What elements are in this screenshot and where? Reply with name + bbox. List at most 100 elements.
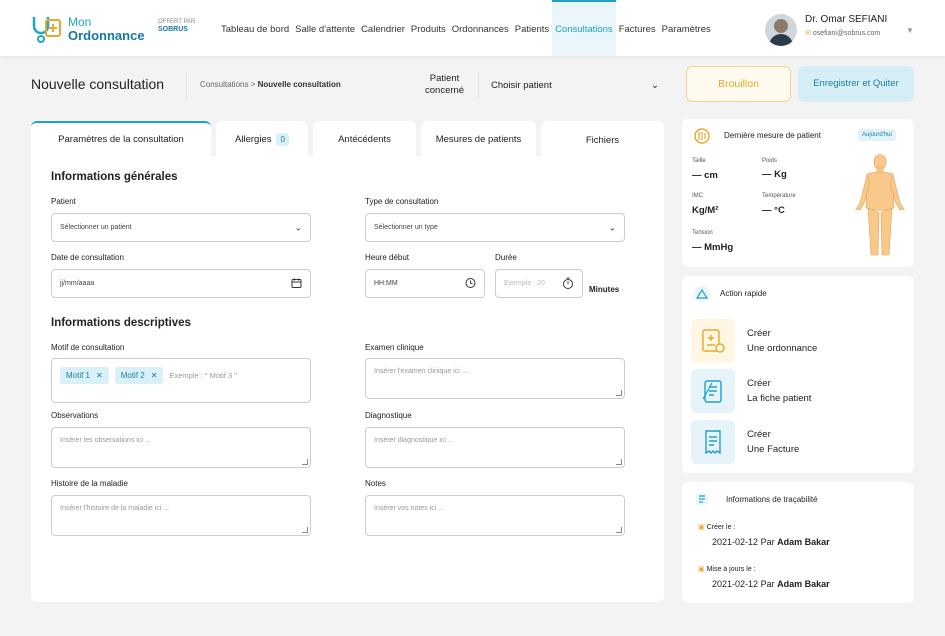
examen-clinique-textarea[interactable]: Insérer l'examen clinique ici ... [365, 358, 625, 399]
human-body-icon [855, 154, 905, 256]
consultation-form: Informations générales Patient Sélection… [31, 156, 664, 602]
temperature-label: Température [762, 193, 796, 199]
tension-label: Tension [692, 230, 713, 236]
created-by-word: Par [760, 537, 775, 547]
notes-textarea[interactable]: Insérer vos notes ici ... [365, 495, 625, 536]
draft-button[interactable]: Brouillon [686, 66, 791, 102]
calendar-icon: ▣ [698, 566, 705, 573]
nav-item-produits[interactable]: Produits [408, 0, 449, 56]
patient-select-value: Choisir patient [491, 80, 552, 91]
updated-date: 2021-02-12 [712, 579, 759, 589]
type-placeholder: Sélectionner un type [374, 224, 438, 231]
date-placeholder: jj/mm/aaaa [60, 280, 95, 287]
heure-debut-label: Heure début [365, 253, 410, 262]
divider [478, 72, 479, 98]
patient-select[interactable]: Choisir patient ⌄ [491, 80, 659, 91]
tab-label: Paramètres de la consultation [58, 134, 184, 145]
motif-chip[interactable]: Motif 2 ✕ [114, 367, 164, 384]
examen-clinique-label: Examen clinique [365, 343, 424, 352]
tab-allergies[interactable]: Allergies 0 [216, 121, 308, 158]
tab-fichiers[interactable]: Fichiers [541, 121, 664, 158]
action-line2: Une ordonnance [747, 343, 818, 354]
duree-placeholder: Exemple : 20 [504, 280, 545, 287]
motif-tags-input[interactable]: Motif 1 ✕ Motif 2 ✕ Exemple : " Motif 3 " [51, 358, 311, 403]
observations-textarea[interactable]: Insérer les observations ici ... [51, 427, 311, 468]
observations-label: Observations [51, 411, 99, 420]
duree-label: Durée [495, 253, 517, 262]
imc-value: Kg/M² [692, 205, 719, 216]
breadcrumb: Consultations > Nouvelle consultation [200, 80, 341, 89]
divider [186, 72, 187, 98]
descriptive-info-heading: Informations descriptives [51, 317, 191, 329]
motif-label: Motif de consultation [51, 343, 125, 352]
nav-item-patients[interactable]: Patients [512, 0, 552, 56]
tab-parametres-consultation[interactable]: Paramètres de la consultation [31, 121, 211, 158]
close-icon[interactable]: ✕ [151, 371, 158, 380]
ruler-icon [694, 128, 710, 144]
create-facture-action[interactable]: Créer Une Facture [691, 420, 799, 464]
tab-label: Allergies [235, 134, 272, 145]
nav-item-salle-attente[interactable]: Salle d'attente [292, 0, 358, 56]
duree-input[interactable]: Exemple : 20 [495, 269, 583, 298]
nav-item-parametres[interactable]: Paramètres [659, 0, 714, 56]
updated-by: Adam Bakar [777, 579, 830, 589]
breadcrumb-current: Nouvelle consultation [257, 80, 341, 89]
action-line2: La fiche patient [747, 393, 812, 404]
calendar-icon[interactable] [291, 277, 302, 290]
tab-label: Antécédents [338, 134, 391, 145]
patient-label: Patient [51, 197, 76, 206]
offert-label: OFFERT PAR [158, 19, 196, 25]
top-navigation-bar: Mon Ordonnance OFFERT PAR SOBRUS Tableau… [0, 0, 945, 56]
notes-label: Notes [365, 479, 386, 488]
create-ordonnance-action[interactable]: Créer Une ordonnance [691, 319, 817, 363]
date-consultation-input[interactable]: jj/mm/aaaa [51, 269, 311, 298]
patient-concerne-label: Patient concerné [425, 73, 464, 97]
nav-item-tableau-de-bord[interactable]: Tableau de bord [218, 0, 292, 56]
save-and-quit-button[interactable]: Enregistrer et Quiter [798, 66, 914, 102]
create-patient-sheet-action[interactable]: Créer La fiche patient [691, 369, 811, 413]
nav-item-consultations[interactable]: Consultations [552, 0, 616, 56]
created-label: Créer le : [706, 524, 736, 531]
type-consultation-select[interactable]: Sélectionner un type ⌄ [365, 213, 625, 242]
nav-item-factures[interactable]: Factures [616, 0, 659, 56]
updated-info: ▣ Mise à jours le : 2021-02-12 Par Adam … [698, 565, 830, 589]
action-line2: Une Facture [747, 444, 800, 455]
breadcrumb-separator: > [250, 80, 256, 89]
last-measure-card: Dernière mesure de patient Aujourd'hui T… [682, 119, 914, 267]
chevron-down-icon: ⌄ [608, 222, 616, 232]
tab-antecedents[interactable]: Antécédents [313, 121, 416, 158]
user-menu[interactable]: Dr. Omar SEFIANI ✉ osefiani@sobrus.com [765, 14, 887, 46]
motif-chip[interactable]: Motif 1 ✕ [60, 367, 109, 384]
page-title: Nouvelle consultation [31, 76, 165, 92]
nav-item-ordonnances[interactable]: Ordonnances [449, 0, 512, 56]
patient-sheet-icon [691, 369, 735, 413]
quick-action-card: Action rapide Créer Une ordonnance Créer L… [682, 276, 914, 473]
nav-item-calendrier[interactable]: Calendrier [358, 0, 408, 56]
heure-debut-input[interactable]: HH:MM [365, 269, 485, 298]
action-line1: Créer [747, 429, 771, 440]
measure-title: Dernière mesure de patient [724, 131, 821, 140]
date-consultation-label: Date de consultation [51, 253, 124, 262]
breadcrumb-parent[interactable]: Consultations [200, 80, 248, 89]
user-email: osefiani@sobrus.com [812, 30, 881, 37]
chevron-down-icon: ⌄ [294, 222, 302, 232]
tab-mesures-patients[interactable]: Mesures de patients [421, 121, 536, 158]
traceability-card: Informations de traçabilité ▣ Créer le :… [682, 482, 914, 603]
updated-by-word: Par [760, 579, 775, 589]
close-icon[interactable]: ✕ [96, 371, 103, 380]
patient-placeholder: Sélectionner un patient [60, 224, 132, 231]
sponsor-block: OFFERT PAR SOBRUS [158, 18, 195, 34]
diagnostique-textarea[interactable]: Insérer diagnostique ici ... [365, 427, 625, 468]
app-logo[interactable]: Mon Ordonnance [30, 14, 145, 44]
updated-label: Mise à jours le : [706, 566, 756, 573]
created-date: 2021-02-12 [712, 537, 759, 547]
traceability-title: Informations de traçabilité [726, 495, 818, 504]
tab-label: Fichiers [585, 135, 620, 146]
chevron-down-icon[interactable]: ▼ [906, 26, 914, 35]
chevron-down-icon: ⌄ [651, 80, 659, 91]
patient-label-line2: concerné [425, 85, 465, 96]
patient-select-field[interactable]: Sélectionner un patient ⌄ [51, 213, 311, 242]
app-name-line2: Ordonnance [68, 28, 145, 43]
poids-value: — Kg [762, 169, 787, 180]
histoire-maladie-textarea[interactable]: Insérer l'histoire de la maladie ici ... [51, 495, 311, 536]
